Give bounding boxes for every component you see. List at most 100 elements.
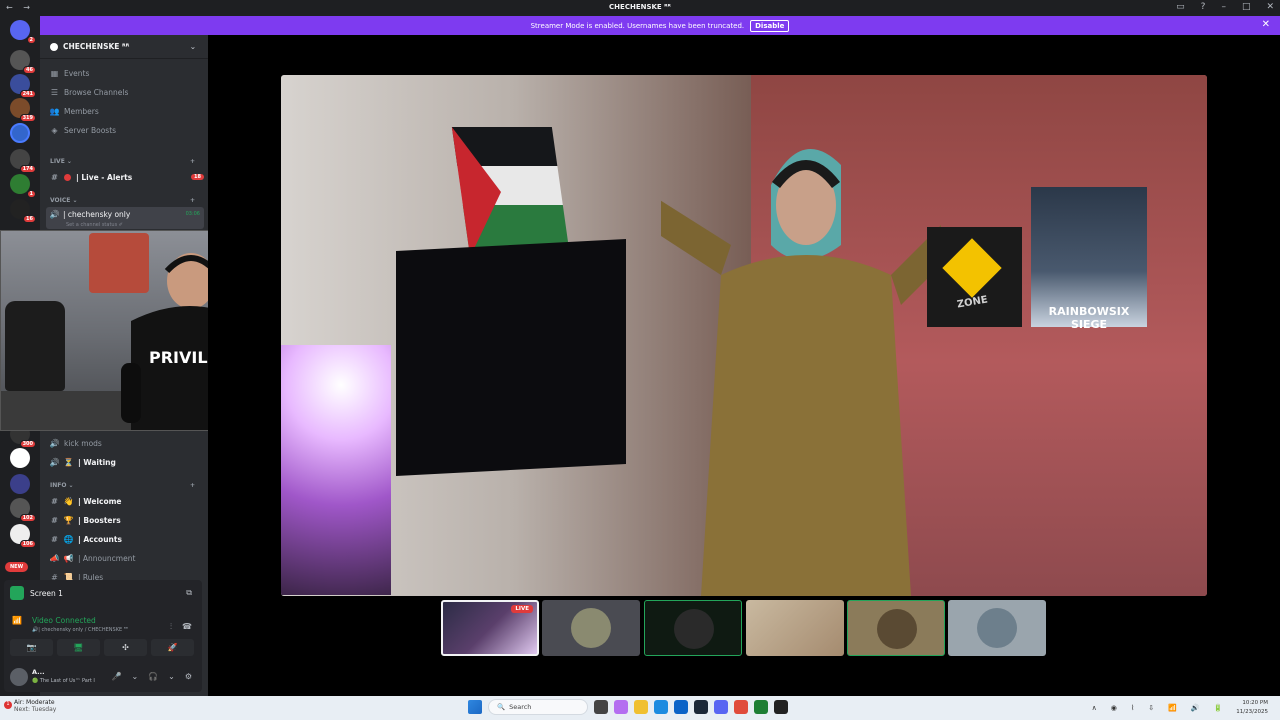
channel-status[interactable]: Set a channel status ✐ — [66, 222, 123, 228]
chrome-icon[interactable] — [734, 700, 748, 714]
sidebar-item-events[interactable]: ▦ Events — [50, 66, 90, 80]
server-icon[interactable]: 241 — [10, 74, 36, 98]
download-icon[interactable]: ⇩ — [1148, 704, 1154, 712]
home-discord-icon[interactable]: 2 — [10, 20, 36, 44]
main-video-feed[interactable]: ZONE RAINBOWSIX SIEGE — [281, 75, 1207, 596]
server-icon[interactable]: 174 — [10, 149, 36, 173]
participant-tile-video[interactable] — [746, 600, 844, 656]
discord-icon[interactable] — [714, 700, 728, 714]
close-window-button[interactable]: ✕ — [1266, 2, 1274, 12]
add-channel-icon[interactable]: + — [190, 197, 195, 204]
add-channel-icon[interactable]: + — [190, 158, 195, 165]
windows-start-icon[interactable] — [468, 700, 482, 714]
participant-tile-stream[interactable]: LIVE — [441, 600, 539, 656]
avatar[interactable] — [10, 668, 28, 686]
speaker-icon: 🔊 — [49, 438, 60, 448]
maximize-button[interactable]: □ — [1242, 2, 1251, 12]
help-icon[interactable]: ? — [1201, 2, 1206, 12]
channel-label: | Welcome — [78, 496, 122, 506]
inbox-icon[interactable]: ▭ — [1176, 2, 1185, 12]
clock[interactable]: 10:20 PM 11/23/2025 — [1236, 699, 1268, 717]
app-icon[interactable] — [754, 700, 768, 714]
battery-icon[interactable]: 🔋 — [1214, 704, 1223, 712]
participant-tile[interactable] — [948, 600, 1046, 656]
app-icon[interactable] — [774, 700, 788, 714]
volume-icon[interactable]: 🔊 — [1191, 704, 1200, 712]
weather-widget[interactable]: 1 Air: Moderate Next: Tuesday — [4, 699, 56, 713]
category-info[interactable]: INFO ⌄ + — [50, 482, 195, 489]
avatar — [977, 608, 1017, 648]
guild-header[interactable]: CHECHENSKE ᴿᴿ ⌄ — [40, 35, 208, 59]
sidebar-item-members[interactable]: 👥 Members — [50, 104, 99, 118]
steam-icon[interactable] — [694, 700, 708, 714]
voice-channel-chechensky-only[interactable]: 🔊 | chechensky only 03:06 Set a channel … — [46, 207, 204, 229]
sidebar-item-browse-channels[interactable]: ☰ Browse Channels — [50, 85, 129, 99]
minimize-button[interactable]: – — [1221, 2, 1226, 12]
server-icon[interactable]: 102 — [10, 498, 36, 522]
participant-tile[interactable] — [644, 600, 742, 656]
channel-announcment[interactable]: 📣 📢 | Announcment — [50, 551, 136, 565]
mention-badge: 18 — [191, 174, 204, 180]
copilot-icon[interactable] — [614, 700, 628, 714]
soundboard-icon: 🚀 — [167, 643, 178, 652]
channel-label: | chechensky only — [63, 210, 131, 219]
weather-badge: 1 — [4, 701, 12, 709]
screen-share-item[interactable]: Screen 1 — [10, 586, 63, 600]
sidebar-item-label: Browse Channels — [64, 87, 129, 97]
channel-welcome[interactable]: # 👋 | Welcome — [50, 494, 122, 508]
settings-gear-icon[interactable]: ⚙ — [185, 672, 192, 681]
screen-label: Screen 1 — [30, 588, 63, 598]
participant-tile[interactable] — [542, 600, 640, 656]
video-connected-status[interactable]: 📶 Video Connected 🔊| chechensky only / C… — [12, 616, 128, 633]
noise-suppression-icon[interactable]: ⫶ — [170, 622, 172, 632]
file-explorer-icon[interactable] — [634, 700, 648, 714]
headphones-icon[interactable]: 🎧 — [148, 672, 158, 681]
soundboard-button[interactable]: 🚀 — [151, 639, 194, 656]
sidebar-item-server-boosts[interactable]: ◈ Server Boosts — [50, 123, 116, 137]
server-icon[interactable] — [10, 474, 30, 494]
server-icon[interactable]: 16 — [10, 199, 36, 223]
avatar — [674, 609, 714, 649]
popout-icon[interactable]: ⧉ — [186, 588, 192, 598]
server-icon[interactable] — [10, 123, 30, 143]
tray-app-icon[interactable]: ⌇ — [1131, 704, 1134, 712]
camera-off-button[interactable]: 📷 — [10, 639, 53, 656]
category-live[interactable]: LIVE ⌄ + — [50, 158, 195, 165]
show-hidden-icon[interactable]: ∧ — [1092, 704, 1097, 712]
banner-close-icon[interactable]: ✕ — [1262, 19, 1270, 30]
task-view-icon[interactable] — [594, 700, 608, 714]
edge-icon[interactable] — [654, 700, 668, 714]
channel-boosters[interactable]: # 🏆 | Boosters — [50, 513, 121, 527]
boost-icon: ◈ — [51, 125, 58, 135]
live-badge: LIVE — [511, 605, 533, 613]
taskbar-search[interactable]: 🔍 Search — [488, 699, 588, 715]
participant-tile[interactable] — [847, 600, 945, 656]
channel-accounts[interactable]: # 🌐 | Accounts — [50, 532, 122, 546]
browse-icon: ☰ — [50, 87, 59, 97]
add-channel-icon[interactable]: + — [190, 482, 195, 489]
tray-app-icon[interactable]: ◉ — [1111, 704, 1117, 712]
server-icon[interactable]: 1 — [10, 174, 36, 198]
voice-channel-kick-mods[interactable]: 🔊 kick mods — [50, 436, 102, 450]
channel-live-alerts[interactable]: # | Live - Alerts 18 — [50, 170, 204, 184]
guild-name: CHECHENSKE ᴿᴿ — [63, 42, 130, 51]
disconnect-icon[interactable]: ☎ — [182, 622, 192, 632]
store-icon[interactable] — [674, 700, 688, 714]
search-icon: 🔍 — [497, 703, 506, 711]
voice-channel-waiting[interactable]: 🔊 ⏳ | Waiting — [50, 455, 116, 469]
chevron-down-icon[interactable]: ⌄ — [131, 672, 138, 681]
server-icon[interactable] — [10, 448, 30, 468]
category-voice[interactable]: VOICE ⌄ + — [50, 197, 195, 204]
server-icon[interactable]: 319 — [10, 98, 36, 122]
server-icon[interactable]: 46 — [10, 50, 36, 74]
chevron-down-icon[interactable]: ⌄ — [168, 672, 175, 681]
disable-button[interactable]: Disable — [750, 19, 790, 32]
screen-share-button[interactable]: 🖥 — [57, 639, 100, 656]
hash-icon: # — [51, 515, 58, 525]
server-icon[interactable]: 106 — [10, 524, 36, 548]
new-badge[interactable]: NEW — [5, 562, 29, 572]
wifi-icon[interactable]: 📶 — [1168, 704, 1177, 712]
voice-panel: Screen 1 ⧉ 📶 Video Connected 🔊| chechens… — [4, 580, 202, 692]
activities-button[interactable]: ✣ — [104, 639, 147, 656]
mic-icon[interactable]: 🎤 — [111, 672, 121, 681]
